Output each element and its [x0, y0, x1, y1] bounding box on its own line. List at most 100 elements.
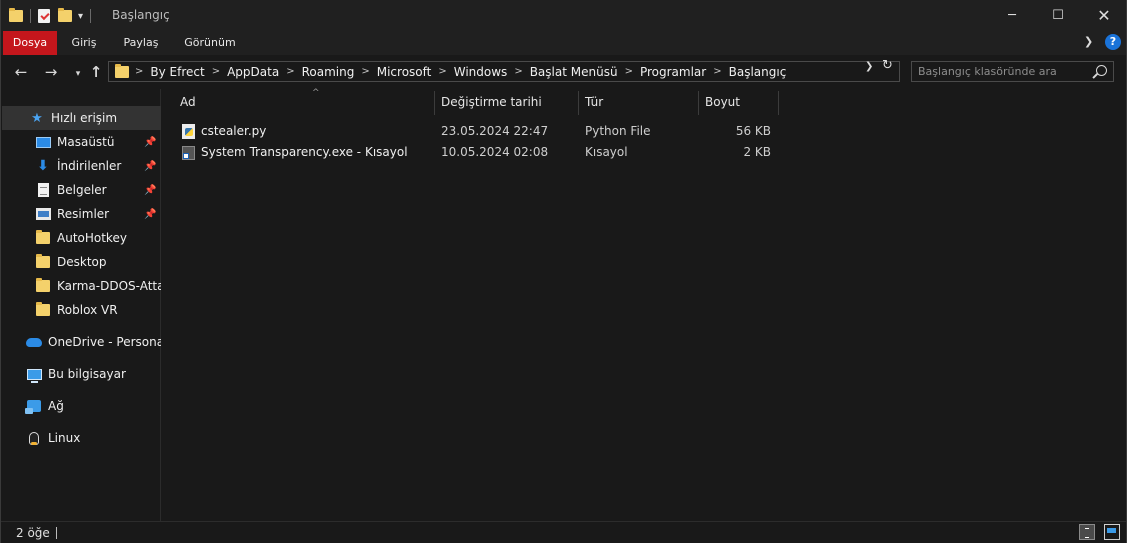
- python-file-icon: [182, 124, 195, 139]
- customize-toolbar-icon[interactable]: ▾: [78, 11, 83, 22]
- file-type: Python File: [585, 124, 651, 138]
- tab-home[interactable]: Giriş: [61, 31, 107, 55]
- pin-icon[interactable]: 📌: [144, 137, 156, 148]
- file-name: cstealer.py: [201, 124, 267, 138]
- minimize-button[interactable]: ─: [989, 0, 1035, 31]
- toolbar-separator: [90, 9, 92, 23]
- breadcrumb-item-current[interactable]: Başlangıç: [729, 65, 787, 79]
- breadcrumb-separator-icon[interactable]: >: [713, 66, 721, 77]
- breadcrumb-item[interactable]: Roaming: [302, 65, 355, 79]
- large-icons-view-icon[interactable]: [1104, 524, 1120, 540]
- folder-icon: [115, 63, 129, 78]
- refresh-icon[interactable]: ↻: [882, 58, 893, 73]
- tab-file[interactable]: Dosya: [3, 31, 57, 55]
- expand-ribbon-icon[interactable]: ❯: [1084, 35, 1093, 48]
- breadcrumb-item[interactable]: Programlar: [640, 65, 706, 79]
- tab-view[interactable]: Görünüm: [177, 31, 243, 55]
- breadcrumb-separator-icon[interactable]: >: [286, 66, 294, 77]
- column-header-date-modified[interactable]: Değiştirme tarihi: [435, 89, 579, 115]
- documents-icon: [35, 182, 51, 198]
- quick-access-toolbar: ▾: [9, 6, 98, 26]
- breadcrumb-separator-icon[interactable]: >: [438, 66, 446, 77]
- help-icon[interactable]: ?: [1105, 34, 1121, 50]
- sidebar-item-network[interactable]: Ağ: [2, 394, 184, 418]
- column-header-label: Boyut: [705, 95, 740, 109]
- sidebar-item-label: Ağ: [48, 399, 64, 413]
- address-history-dropdown-icon[interactable]: ❯: [865, 61, 873, 72]
- pin-icon[interactable]: 📌: [144, 185, 156, 196]
- search-icon[interactable]: [1096, 65, 1107, 76]
- breadcrumb-item[interactable]: Microsoft: [377, 65, 432, 79]
- sidebar-item-label: Roblox VR: [57, 303, 118, 317]
- computer-icon: [26, 366, 42, 383]
- sidebar-item-label: Resimler: [57, 207, 110, 221]
- sidebar-item-linux[interactable]: Linux: [2, 426, 184, 450]
- sidebar-item-label: Belgeler: [57, 183, 107, 197]
- title-bar: ▾ Başlangıç ─ ☐ ✕: [1, 0, 1126, 31]
- status-separator: [56, 527, 57, 539]
- breadcrumb-item[interactable]: By Efrect: [150, 65, 204, 79]
- details-view-icon[interactable]: [1079, 524, 1095, 540]
- column-divider[interactable]: [778, 91, 779, 115]
- folder-icon: [35, 302, 51, 318]
- explorer-window: ▾ Başlangıç ─ ☐ ✕ Dosya Giriş Paylaş Gör…: [0, 0, 1127, 543]
- properties-icon[interactable]: [38, 9, 50, 23]
- column-header-name[interactable]: ^ Ad: [174, 88, 435, 115]
- item-count: 2 öğe: [16, 526, 50, 540]
- file-row[interactable]: System Transparency.exe - Kısayol 10.05.…: [174, 142, 779, 163]
- folder-icon: [9, 8, 23, 22]
- column-header-label: Değiştirme tarihi: [441, 95, 542, 109]
- up-arrow-icon[interactable]: ↑: [86, 63, 106, 81]
- breadcrumb-separator-icon[interactable]: >: [361, 66, 369, 77]
- sidebar-item-label: Masaüstü: [57, 135, 115, 149]
- back-arrow-icon[interactable]: ←: [11, 63, 31, 81]
- maximize-button[interactable]: ☐: [1035, 0, 1081, 31]
- sort-ascending-icon: ^: [312, 88, 320, 98]
- linux-icon: [26, 430, 42, 446]
- sidebar-item-onedrive[interactable]: OneDrive - Personal: [2, 330, 184, 354]
- sidebar-item-label: Desktop: [57, 255, 107, 269]
- pin-icon[interactable]: 📌: [144, 209, 156, 220]
- breadcrumb-separator-icon[interactable]: >: [625, 66, 633, 77]
- toolbar-separator: [30, 9, 31, 23]
- column-header-size[interactable]: Boyut: [699, 89, 779, 115]
- navigation-pane: ★ Hızlı erişim Masaüstü 📌 ⬇ İndirilenler…: [2, 89, 187, 521]
- search-box[interactable]: [911, 61, 1114, 82]
- sidebar-item-label: Hızlı erişim: [51, 111, 118, 125]
- new-folder-icon[interactable]: [58, 8, 72, 22]
- file-list: ^ Ad Değiştirme tarihi Tür Boyut csteale…: [161, 88, 1126, 521]
- breadcrumb-separator-icon[interactable]: >: [135, 66, 143, 77]
- file-name: System Transparency.exe - Kısayol: [201, 145, 408, 159]
- tab-share[interactable]: Paylaş: [113, 31, 169, 55]
- file-row[interactable]: cstealer.py 23.05.2024 22:47 Python File…: [174, 121, 779, 142]
- address-bar[interactable]: > By Efrect > AppData > Roaming > Micros…: [108, 61, 900, 82]
- search-input[interactable]: [912, 62, 1099, 81]
- ribbon-tabs: Dosya Giriş Paylaş Görünüm ❯ ?: [1, 31, 1126, 55]
- column-header-type[interactable]: Tür: [579, 89, 699, 115]
- sidebar-item-label: Linux: [48, 431, 81, 445]
- sidebar-item-quick-access[interactable]: ★ Hızlı erişim: [2, 106, 187, 130]
- pictures-icon: [35, 206, 51, 222]
- breadcrumb-item[interactable]: Başlat Menüsü: [530, 65, 618, 79]
- breadcrumb-separator-icon[interactable]: >: [212, 66, 220, 77]
- shortcut-icon: [182, 145, 195, 160]
- navigation-bar: ← → ▾ ↑ > By Efrect > AppData > Roaming …: [1, 55, 1126, 89]
- folder-icon: [35, 254, 51, 270]
- breadcrumb-item[interactable]: AppData: [227, 65, 279, 79]
- recent-locations-icon[interactable]: ▾: [68, 65, 88, 83]
- file-size: 2 KB: [743, 145, 771, 159]
- sidebar-item-label: İndirilenler: [57, 159, 122, 173]
- sidebar-item-this-pc[interactable]: Bu bilgisayar: [2, 362, 184, 386]
- folder-icon: [35, 230, 51, 246]
- desktop-icon: [35, 134, 51, 150]
- breadcrumb-separator-icon[interactable]: >: [514, 66, 522, 77]
- download-icon: ⬇: [37, 158, 49, 174]
- file-date-modified: 10.05.2024 02:08: [441, 145, 549, 159]
- pin-icon[interactable]: 📌: [144, 161, 156, 172]
- forward-arrow-icon[interactable]: →: [41, 63, 61, 81]
- close-button[interactable]: ✕: [1081, 0, 1127, 31]
- sidebar-item-label: OneDrive - Personal: [48, 335, 168, 349]
- sidebar-item-label: AutoHotkey: [57, 231, 127, 245]
- breadcrumb-item[interactable]: Windows: [454, 65, 508, 79]
- sidebar-item-label: Karma-DDOS-Attac: [57, 279, 172, 293]
